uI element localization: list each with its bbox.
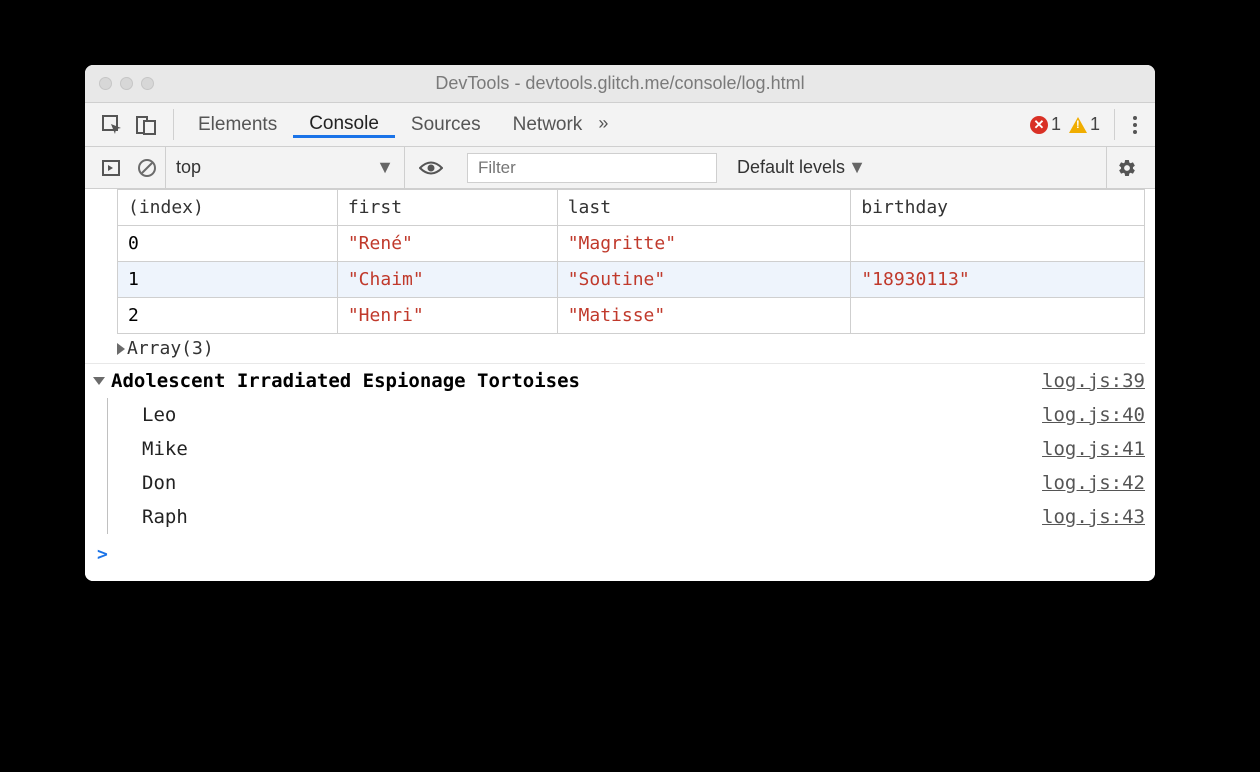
log-entry: Leo log.js:40 — [108, 398, 1145, 432]
cell-index: 2 — [118, 298, 338, 334]
th-birthday[interactable]: birthday — [851, 190, 1145, 226]
errors-count: 1 — [1051, 114, 1061, 135]
log-text: Don — [142, 472, 176, 494]
console-prompt[interactable]: > — [85, 534, 1155, 581]
th-first[interactable]: first — [337, 190, 557, 226]
prompt-chevron-icon: > — [97, 544, 108, 565]
log-entry: Don log.js:42 — [108, 466, 1145, 500]
chevron-down-icon: ▼ — [376, 157, 394, 178]
warnings-count: 1 — [1090, 114, 1100, 135]
more-tabs-icon[interactable]: » — [598, 113, 609, 137]
errors-badge[interactable]: ✕ 1 — [1030, 114, 1061, 135]
cell-last: "Matisse" — [557, 298, 851, 334]
filter-input[interactable] — [467, 153, 717, 183]
execution-context-select[interactable]: top ▼ — [165, 147, 405, 188]
table-row: 0 "René" "Magritte" — [118, 226, 1145, 262]
source-link[interactable]: log.js:43 — [1042, 506, 1145, 528]
cell-birthday — [851, 226, 1145, 262]
table-row: 1 "Chaim" "Soutine" "18930113" — [118, 262, 1145, 298]
minimize-button[interactable] — [120, 77, 133, 90]
group-items: Leo log.js:40 Mike log.js:41 Don log.js:… — [107, 398, 1145, 534]
console-settings-icon[interactable] — [1106, 147, 1147, 188]
warnings-badge[interactable]: 1 — [1069, 114, 1100, 135]
source-link[interactable]: log.js:42 — [1042, 472, 1145, 494]
source-link[interactable]: log.js:39 — [1042, 370, 1145, 392]
panel-tabs: Elements Console Sources Network » — [182, 113, 1024, 137]
log-entry: Mike log.js:41 — [108, 432, 1145, 466]
console-toolbar: top ▼ Default levels ▼ — [85, 147, 1155, 189]
window-title: DevTools - devtools.glitch.me/console/lo… — [85, 73, 1155, 94]
context-label: top — [176, 157, 201, 178]
cell-first: "Henri" — [337, 298, 557, 334]
log-entry: Raph log.js:43 — [108, 500, 1145, 534]
cell-first: "René" — [337, 226, 557, 262]
traffic-lights — [99, 77, 154, 90]
tab-network[interactable]: Network — [497, 113, 599, 137]
inspect-icon[interactable] — [101, 114, 123, 136]
group-header[interactable]: Adolescent Irradiated Espionage Tortoise… — [85, 363, 1145, 398]
chevron-down-icon: ▼ — [848, 157, 866, 178]
th-last[interactable]: last — [557, 190, 851, 226]
device-toolbar-icon[interactable] — [135, 114, 157, 136]
tab-console[interactable]: Console — [293, 113, 395, 138]
live-expression-icon[interactable] — [405, 160, 457, 176]
cell-index: 0 — [118, 226, 338, 262]
table-header-row: (index) first last birthday — [118, 190, 1145, 226]
issue-counts: ✕ 1 1 — [1024, 114, 1106, 135]
collapse-icon — [93, 377, 105, 385]
clear-console-icon[interactable] — [129, 158, 165, 178]
cell-birthday — [851, 298, 1145, 334]
table-row: 2 "Henri" "Matisse" — [118, 298, 1145, 334]
log-text: Raph — [142, 506, 188, 528]
cell-last: "Magritte" — [557, 226, 851, 262]
source-link[interactable]: log.js:40 — [1042, 404, 1145, 426]
titlebar: DevTools - devtools.glitch.me/console/lo… — [85, 65, 1155, 103]
cell-birthday: "18930113" — [851, 262, 1145, 298]
levels-label: Default levels — [737, 157, 845, 178]
devtools-window: DevTools - devtools.glitch.me/console/lo… — [85, 65, 1155, 581]
tab-elements[interactable]: Elements — [182, 113, 293, 137]
main-menu-icon[interactable] — [1123, 116, 1147, 134]
toggle-sidebar-icon[interactable] — [93, 158, 129, 178]
cell-last: "Soutine" — [557, 262, 851, 298]
source-link[interactable]: log.js:41 — [1042, 438, 1145, 460]
main-toolbar: Elements Console Sources Network » ✕ 1 1 — [85, 103, 1155, 147]
log-levels-select[interactable]: Default levels ▼ — [727, 157, 876, 178]
array-summary-text: Array(3) — [127, 338, 214, 359]
tab-sources[interactable]: Sources — [395, 113, 497, 137]
array-summary-row[interactable]: Array(3) — [85, 334, 1155, 363]
console-output: (index) first last birthday 0 "René" "Ma… — [85, 189, 1155, 581]
cell-index: 1 — [118, 262, 338, 298]
warning-icon — [1069, 117, 1087, 133]
console-table: (index) first last birthday 0 "René" "Ma… — [117, 189, 1145, 334]
cell-first: "Chaim" — [337, 262, 557, 298]
th-index[interactable]: (index) — [118, 190, 338, 226]
close-button[interactable] — [99, 77, 112, 90]
log-text: Leo — [142, 404, 176, 426]
maximize-button[interactable] — [141, 77, 154, 90]
expand-icon — [117, 343, 125, 355]
console-group: Adolescent Irradiated Espionage Tortoise… — [85, 363, 1155, 534]
group-label: Adolescent Irradiated Espionage Tortoise… — [111, 370, 580, 392]
error-icon: ✕ — [1030, 116, 1048, 134]
log-text: Mike — [142, 438, 188, 460]
